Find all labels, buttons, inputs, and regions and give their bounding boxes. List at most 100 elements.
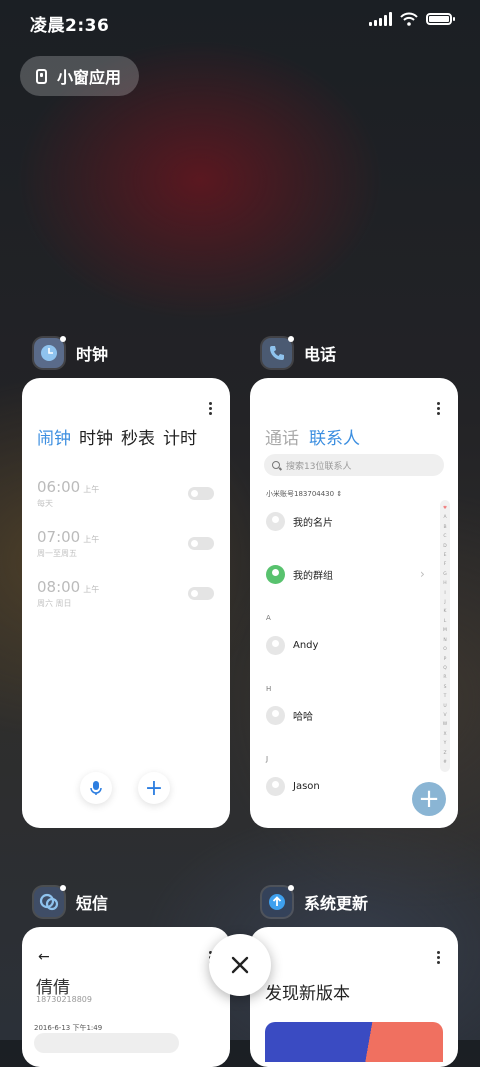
alphabet-index-letter[interactable]: E [444,551,447,560]
updater-app-header[interactable]: 系统更新 [262,885,369,917]
alphabet-index-letter[interactable]: J [444,598,445,607]
more-options-icon[interactable] [437,951,440,964]
search-placeholder: 搜索13位联系人 [286,461,352,472]
contact-row[interactable]: Jason [266,777,320,796]
add-alarm-button[interactable]: + [138,772,170,804]
avatar [266,706,285,725]
more-options-icon[interactable] [209,402,212,415]
alphabet-index[interactable]: ♥ A B C D E F G H I J K L M N O P Q R S T U V W X Y Z # [440,500,450,772]
alphabet-index-letter[interactable]: R [443,673,446,682]
clock-app-card[interactable]: 闹钟 时钟 秒表 计时 06:00 上午 每天 07:00 上午 周一至周五 08:… [22,378,230,828]
tab-clock[interactable]: 时钟 [79,424,113,449]
status-icons [369,12,455,26]
alarm-item[interactable]: 06:00 上午 每天 [37,478,214,509]
alarm-repeat: 每天 [37,499,53,508]
alarm-ampm: 上午 [83,485,100,494]
more-options-icon[interactable] [437,402,440,415]
alphabet-index-letter[interactable]: A [443,513,446,522]
add-contact-button[interactable]: + [412,782,446,816]
contact-search-input[interactable]: 搜索13位联系人 [264,454,444,476]
tab-alarm[interactable]: 闹钟 [37,424,71,449]
phone-app-name: 电话 [304,345,337,364]
close-icon [231,956,249,974]
account-selector[interactable]: 小米账号183704430 ⇕ [266,489,342,499]
contact-name: 哈哈 [293,712,313,723]
section-letter: A [266,614,271,622]
phone-app-header[interactable]: 电话 [262,336,337,368]
plus-icon: + [144,775,164,801]
updater-app-icon [262,885,294,917]
status-bar: 凌晨2:36 [0,0,480,44]
alphabet-index-letter[interactable]: S [444,683,447,692]
floating-window-button[interactable]: 小窗应用 [20,56,140,96]
alphabet-index-letter[interactable]: D [443,542,446,551]
alphabet-index-letter[interactable]: Z [443,749,446,758]
list-item-label: 我的群组 [293,571,333,582]
alarm-ampm: 上午 [83,585,100,594]
conversation-contact-number: 18730218809 [36,995,92,1004]
tab-timer[interactable]: 计时 [163,424,197,449]
contact-row[interactable]: 哈哈 [266,706,313,725]
tab-calls[interactable]: 通话 [265,424,299,449]
alphabet-index-letter[interactable]: W [443,720,447,729]
alphabet-index-letter[interactable]: I [444,589,445,598]
list-item-label: 我的名片 [293,518,333,529]
alarm-repeat: 周六 周日 [37,599,72,608]
alphabet-index-letter[interactable]: V [443,711,446,720]
alarm-time: 06:00 [37,478,81,496]
alphabet-index-letter[interactable]: ♥ [443,504,447,513]
alphabet-index-letter[interactable]: H [443,579,446,588]
updater-app-name: 系统更新 [304,894,369,913]
alphabet-index-letter[interactable]: # [443,758,447,767]
voice-alarm-button[interactable] [80,772,112,804]
floating-window-icon [36,68,47,84]
alphabet-index-letter[interactable]: T [444,692,447,701]
clear-all-button[interactable] [209,934,271,996]
alphabet-index-letter[interactable]: O [443,645,447,654]
alphabet-index-letter[interactable]: G [443,570,447,579]
contact-row[interactable]: Andy [266,636,318,655]
alphabet-index-letter[interactable]: K [444,607,447,616]
alphabet-index-letter[interactable]: F [444,560,447,569]
alphabet-index-letter[interactable]: Y [444,739,447,748]
alphabet-index-letter[interactable]: X [443,730,446,739]
alphabet-index-letter[interactable]: M [443,626,447,635]
alphabet-index-letter[interactable]: Q [443,664,447,673]
phone-app-icon [262,336,294,368]
signal-icon [369,12,392,26]
alphabet-index-letter[interactable]: P [444,655,447,664]
tab-stopwatch[interactable]: 秒表 [121,424,155,449]
alarm-item[interactable]: 07:00 上午 周一至周五 [37,528,214,559]
section-letter: H [266,685,272,693]
list-item-my-card[interactable]: 我的名片 [266,512,333,531]
battery-icon [426,13,455,25]
sms-app-card[interactable]: ← 倩倩 18730218809 2016-6-13 下午1:49 [22,927,230,1067]
updater-app-card[interactable]: 发现新版本 [250,927,458,1067]
phone-tabs: 通话 联系人 [265,424,360,449]
tab-contacts[interactable]: 联系人 [309,424,360,449]
alphabet-index-letter[interactable]: C [443,532,446,541]
section-letter: J [266,755,269,763]
alphabet-index-letter[interactable]: N [443,636,446,645]
alarm-toggle[interactable] [188,587,214,600]
floating-window-label: 小窗应用 [57,68,122,87]
alarm-toggle[interactable] [188,487,214,500]
alarm-item[interactable]: 08:00 上午 周六 周日 [37,578,214,609]
phone-app-card[interactable]: 通话 联系人 搜索13位联系人 小米账号183704430 ⇕ 我的名片 我的群… [250,378,458,828]
message-bubble[interactable] [34,1033,179,1053]
groups-icon [266,565,285,584]
account-label: 小米账号183704430 [266,490,335,498]
wifi-icon [400,12,418,26]
alphabet-index-letter[interactable]: U [443,702,446,711]
search-icon [272,461,280,469]
status-time: 凌晨2:36 [30,16,110,36]
back-arrow-icon[interactable]: ← [38,949,50,965]
alphabet-index-letter[interactable]: B [443,523,446,532]
avatar [266,512,285,531]
list-item-my-groups[interactable]: 我的群组 [266,565,428,584]
contact-name: Andy [293,640,319,651]
alarm-toggle[interactable] [188,537,214,550]
alphabet-index-letter[interactable]: L [444,617,447,626]
sms-app-header[interactable]: 短信 [34,885,108,917]
clock-app-header[interactable]: 时钟 [34,336,108,368]
